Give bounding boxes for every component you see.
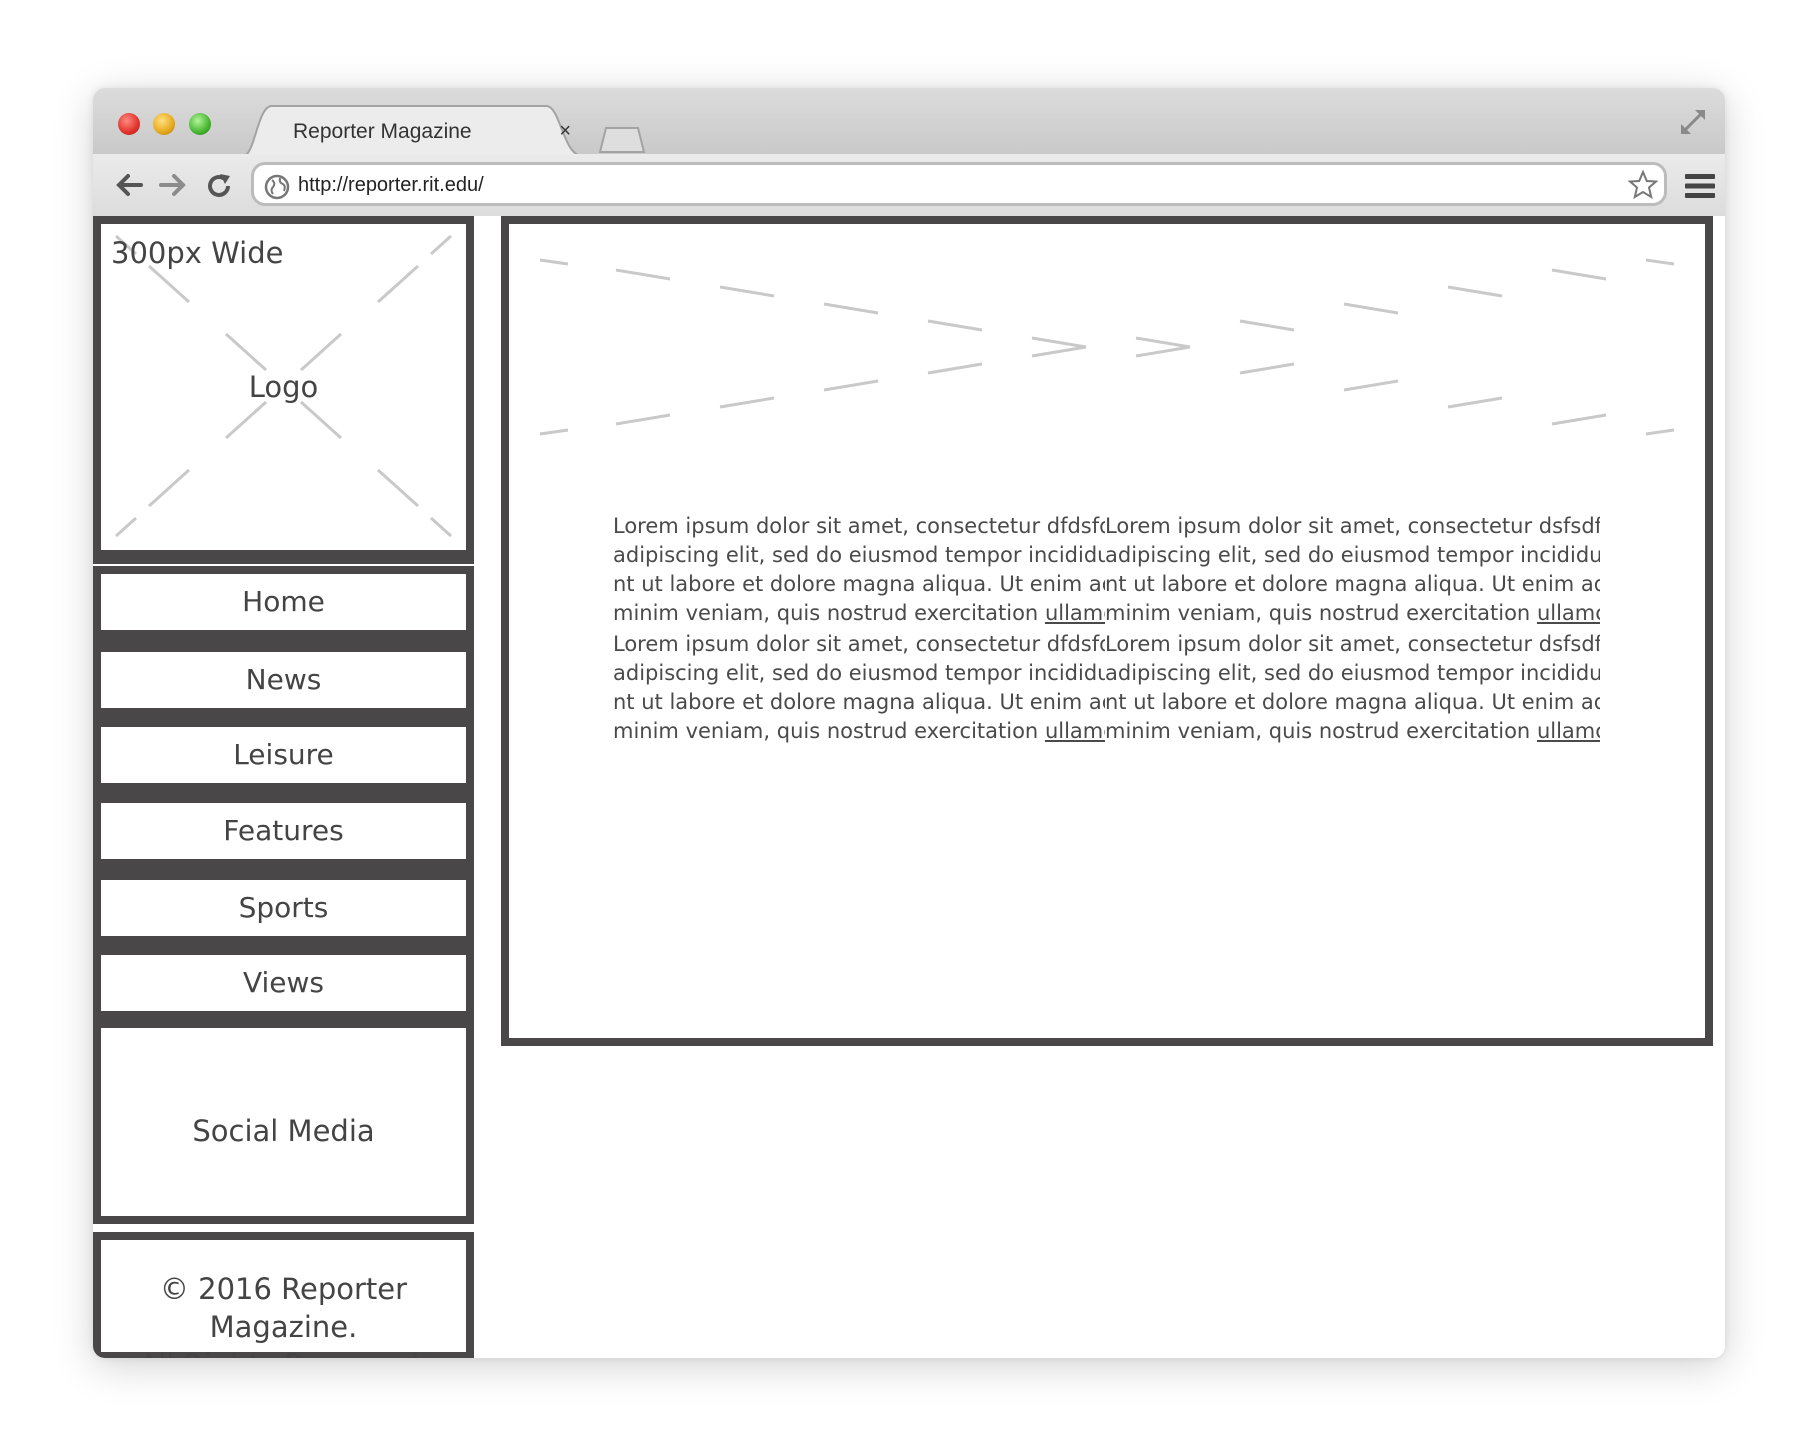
- text-line: minim veniam, quis nostrud exercitation …: [613, 717, 1105, 746]
- tab-close-icon[interactable]: ×: [559, 120, 571, 143]
- back-arrow-icon[interactable]: [115, 172, 143, 198]
- footer: © 2016 Reporter Magazine. All Rights Res…: [93, 1232, 474, 1358]
- rights-line: All Rights Reserved.: [101, 1346, 466, 1358]
- paragraph-column-left: Lorem ipsum dolor sit amet, consectetur …: [613, 512, 1105, 628]
- logo-placeholder: 300px Wide Logo: [93, 216, 474, 558]
- bookmark-star-icon[interactable]: [1628, 170, 1658, 200]
- new-tab-icon[interactable]: [598, 124, 648, 154]
- minimize-window-button[interactable]: [153, 113, 175, 135]
- browser-tab[interactable]: Reporter Magazine ×: [243, 104, 583, 156]
- inline-link[interactable]: ullamc: [1537, 601, 1600, 625]
- text-line: minim veniam, quis nostrud exercitation …: [1105, 717, 1600, 746]
- browser-toolbar: http://reporter.rit.edu/: [93, 154, 1725, 218]
- copyright-line: © 2016 Reporter Magazine.: [159, 1272, 408, 1344]
- paragraph-column-right: Lorem ipsum dolor sit amet, consectetur …: [1105, 512, 1600, 628]
- text-span: minim veniam, quis nostrud exercitation: [613, 719, 1039, 743]
- nav-item-news[interactable]: News: [93, 644, 474, 716]
- body-text: Lorem ipsum dolor sit amet, consectetur …: [613, 512, 1613, 746]
- social-media-placeholder[interactable]: Social Media: [93, 1020, 474, 1224]
- nav-item-sports[interactable]: Sports: [93, 872, 474, 944]
- zoom-window-button[interactable]: [189, 113, 211, 135]
- social-media-label: Social Media: [192, 1114, 375, 1148]
- fullscreen-icon[interactable]: [1679, 108, 1707, 136]
- text-span: minim veniam, quis nostrud exercitation: [1105, 719, 1531, 743]
- nav-item-views[interactable]: Views: [93, 947, 474, 1019]
- text-line: nt ut labore et dolore magna aliqua. Ut …: [613, 572, 1105, 596]
- menu-icon[interactable]: [1685, 174, 1715, 198]
- tab-title: Reporter Magazine: [293, 120, 472, 143]
- text-line: Lorem ipsum dolor sit amet, consectetur …: [1105, 632, 1600, 656]
- page-viewport: 300px Wide Logo Home News Leisure Featur…: [93, 216, 1725, 1358]
- nav-item-home[interactable]: Home: [93, 566, 474, 638]
- text-line: adipiscing elit, sed do eiusmod tempor i…: [1105, 543, 1600, 567]
- paragraph-column-left: Lorem ipsum dolor sit amet, consectetur …: [613, 630, 1105, 746]
- title-bar: Reporter Magazine ×: [93, 88, 1725, 156]
- paragraph-row: Lorem ipsum dolor sit amet, consectetur …: [613, 630, 1613, 746]
- text-line: nt ut labore et dolore magna aliqua. Ut …: [1105, 690, 1600, 714]
- text-span: minim veniam, quis nostrud exercitation: [613, 601, 1039, 625]
- hero-image-placeholder: [539, 258, 1675, 436]
- inline-link[interactable]: ullamc: [1045, 719, 1105, 743]
- text-line: adipiscing elit, sed do eiusmod tempor i…: [613, 543, 1105, 567]
- text-line: adipiscing elit, sed do eiusmod tempor i…: [613, 661, 1105, 685]
- text-line: adipiscing elit, sed do eiusmod tempor i…: [1105, 661, 1600, 685]
- text-line: minim veniam, quis nostrud exercitation …: [1105, 599, 1600, 628]
- text-line: minim veniam, quis nostrud exercitation …: [613, 599, 1105, 628]
- nav-item-leisure[interactable]: Leisure: [93, 719, 474, 791]
- address-bar[interactable]: http://reporter.rit.edu/: [251, 162, 1667, 206]
- globe-icon: [264, 174, 290, 200]
- logo-width-caption: 300px Wide: [111, 236, 284, 270]
- close-window-button[interactable]: [118, 113, 140, 135]
- logo-label: Logo: [248, 370, 319, 404]
- main-content: Lorem ipsum dolor sit amet, consectetur …: [501, 216, 1713, 1046]
- nav-divider: [93, 558, 474, 564]
- forward-arrow-icon[interactable]: [159, 172, 187, 198]
- reload-icon[interactable]: [205, 172, 233, 200]
- nav-item-features[interactable]: Features: [93, 795, 474, 867]
- browser-window: Reporter Magazine × http://reporter.rit.…: [93, 88, 1725, 1358]
- text-span: minim veniam, quis nostrud exercitation: [1105, 601, 1531, 625]
- inline-link[interactable]: ullamc: [1045, 601, 1105, 625]
- text-line: Lorem ipsum dolor sit amet, consectetur …: [613, 514, 1105, 538]
- paragraph-row: Lorem ipsum dolor sit amet, consectetur …: [613, 512, 1613, 628]
- footer-text: © 2016 Reporter Magazine. All Rights Res…: [101, 1270, 466, 1358]
- text-line: nt ut labore et dolore magna aliqua. Ut …: [613, 690, 1105, 714]
- paragraph-column-right: Lorem ipsum dolor sit amet, consectetur …: [1105, 630, 1600, 746]
- url-text[interactable]: http://reporter.rit.edu/: [298, 174, 484, 197]
- text-line: Lorem ipsum dolor sit amet, consectetur …: [613, 632, 1105, 656]
- text-line: Lorem ipsum dolor sit amet, consectetur …: [1105, 514, 1600, 538]
- inline-link[interactable]: ullamc: [1537, 719, 1600, 743]
- text-line: nt ut labore et dolore magna aliqua. Ut …: [1105, 572, 1600, 596]
